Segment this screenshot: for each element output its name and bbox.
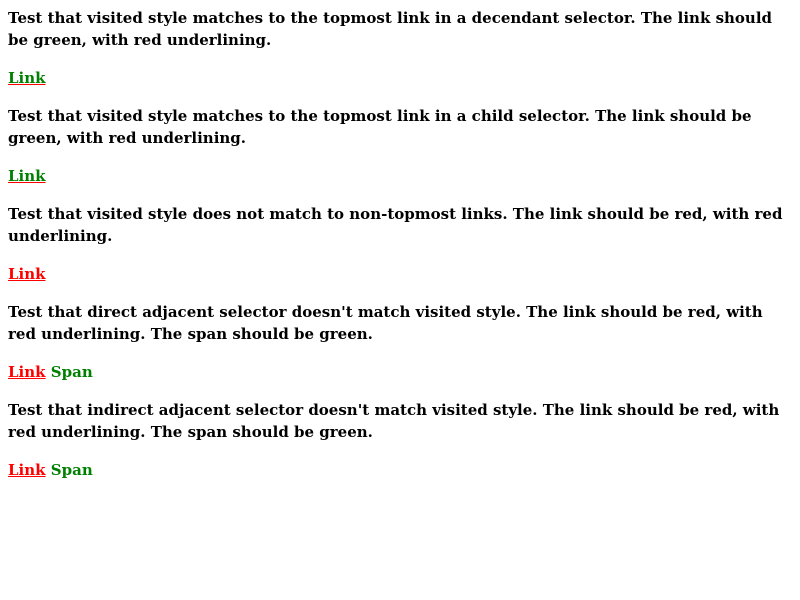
test-5-link[interactable]: Link — [8, 461, 46, 479]
test-3-link[interactable]: Link — [8, 265, 46, 283]
test-4-result: Link Span — [8, 361, 792, 383]
test-2-link[interactable]: Link — [8, 167, 46, 185]
test-3-result: Link — [8, 263, 792, 285]
test-4-description: Test that direct adjacent selector doesn… — [8, 303, 763, 343]
test-1-link[interactable]: Link — [8, 69, 46, 87]
test-5-result: Link Span — [8, 459, 792, 481]
test-2-description: Test that visited style matches to the t… — [8, 107, 752, 147]
test-3-description: Test that visited style does not match t… — [8, 205, 783, 245]
test-5-description: Test that indirect adjacent selector doe… — [8, 401, 780, 441]
test-1-result: Link — [8, 67, 792, 89]
test-4-span: Span — [50, 363, 93, 381]
test-2-result: Link — [8, 165, 792, 187]
test-page: Test that visited style matches to the t… — [0, 0, 800, 481]
test-1-description: Test that visited style matches to the t… — [8, 9, 773, 49]
test-5-span: Span — [50, 461, 93, 479]
test-4-link[interactable]: Link — [8, 363, 46, 381]
